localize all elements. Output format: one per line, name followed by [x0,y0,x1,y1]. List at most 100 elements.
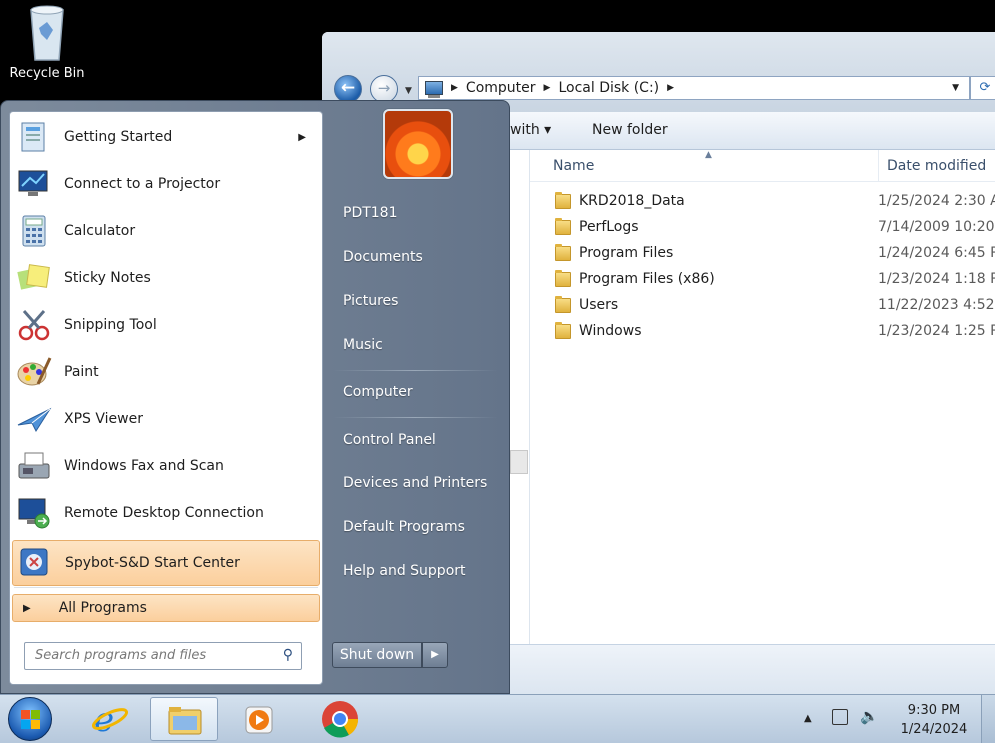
link-help-support[interactable]: Help and Support [343,563,466,579]
network-icon[interactable] [832,709,848,725]
folder-icon [555,322,571,339]
taskbar-media-player[interactable] [226,697,294,741]
projector-icon [16,166,52,202]
link-devices-printers[interactable]: Devices and Printers [343,475,487,491]
start-menu: Getting Started ▶ Connect to a Projector… [0,100,510,694]
open-with-button[interactable]: with ▾ [510,122,551,138]
program-spybot[interactable]: Spybot-S&D Start Center [12,540,320,586]
file-row[interactable]: Users 11/22/2023 4:52 PM [530,296,995,322]
file-date: 7/14/2009 10:20 AM [878,219,995,235]
column-headers: ▲ Name Date modified [530,150,995,182]
link-documents[interactable]: Documents [343,249,423,265]
folder-icon [555,218,571,235]
start-menu-programs-pane: Getting Started ▶ Connect to a Projector… [9,111,323,685]
program-label: XPS Viewer [64,411,143,427]
program-label: Calculator [64,223,136,239]
program-label: Getting Started [64,129,173,145]
search-icon[interactable]: ⚲ [283,647,293,663]
programs-divider [14,587,318,588]
program-sticky-notes[interactable]: Sticky Notes [12,255,320,301]
taskbar-internet-explorer[interactable]: e [76,697,144,741]
file-list: KRD2018_Data 1/25/2024 2:30 AM PerfLogs … [530,192,995,348]
file-row[interactable]: Program Files (x86) 1/23/2024 1:18 PM [530,270,995,296]
breadcrumb-separator-icon[interactable]: ▶ [544,83,551,93]
clock-time: 9:30 PM [907,703,961,718]
computer-icon [425,81,443,98]
media-player-icon [245,706,273,734]
breadcrumb-computer[interactable]: Computer [466,80,536,96]
address-bar[interactable]: ▶ Computer ▶ Local Disk (C:) ▶ ▼ [418,76,970,100]
file-date: 1/24/2024 6:45 PM [878,245,995,261]
start-button[interactable] [8,697,52,741]
program-label: Windows Fax and Scan [64,458,224,474]
chrome-icon [322,701,359,738]
program-label: Spybot-S&D Start Center [65,555,240,571]
shutdown-button[interactable]: Shut down [332,642,422,668]
new-folder-button[interactable]: New folder [592,122,668,138]
calculator-icon [16,213,52,249]
forward-button[interactable]: → [370,75,398,103]
file-name: Windows [579,323,642,339]
link-pictures[interactable]: Pictures [343,293,398,309]
file-row[interactable]: KRD2018_Data 1/25/2024 2:30 AM [530,192,995,218]
link-default-programs[interactable]: Default Programs [343,519,465,535]
column-header-name[interactable]: Name [553,158,594,174]
program-label: Remote Desktop Connection [64,505,264,521]
clock-date: 1/24/2024 [900,722,968,737]
link-user-folder[interactable]: PDT181 [343,205,398,221]
sticky-notes-icon [16,260,52,296]
program-label: Snipping Tool [64,317,157,333]
program-label: Connect to a Projector [64,176,221,192]
refresh-button[interactable]: ⟳ [970,76,995,100]
file-row[interactable]: PerfLogs 7/14/2009 10:20 AM [530,218,995,244]
windows-logo-icon [21,710,41,730]
file-date: 1/23/2024 1:25 PM [878,323,995,339]
system-clock[interactable]: 9:30 PM 1/24/2024 [896,701,972,739]
taskbar-chrome[interactable] [306,697,374,741]
places-divider [333,370,497,371]
file-row[interactable]: Windows 1/23/2024 1:25 PM [530,322,995,348]
breadcrumb-local-disk[interactable]: Local Disk (C:) [558,80,659,96]
program-getting-started[interactable]: Getting Started ▶ [12,114,320,160]
address-dropdown-icon[interactable]: ▼ [952,83,959,93]
all-programs-label: All Programs [58,600,147,616]
taskbar: e ▲ 🔈 9:30 PM 1/24/2024 [0,694,995,743]
remote-desktop-icon [16,495,52,531]
program-calculator[interactable]: Calculator [12,208,320,254]
show-desktop-button[interactable] [981,695,995,743]
xps-viewer-icon [16,401,52,437]
scissors-icon [16,307,52,343]
program-fax-scan[interactable]: Windows Fax and Scan [12,443,320,489]
back-button[interactable]: ← [334,75,362,103]
internet-explorer-icon: e [91,700,129,740]
program-paint[interactable]: Paint [12,349,320,395]
nav-pane-scrollbar[interactable] [510,450,528,474]
folder-icon [555,244,571,261]
column-header-date-modified[interactable]: Date modified [878,150,986,182]
shutdown-options-arrow-icon[interactable]: ▶ [422,642,448,668]
user-avatar[interactable] [383,109,453,179]
search-programs-input[interactable]: Search programs and files ⚲ [24,642,302,670]
link-computer[interactable]: Computer [343,384,413,400]
program-connect-projector[interactable]: Connect to a Projector [12,161,320,207]
breadcrumb-separator-icon[interactable]: ▶ [667,83,674,93]
spybot-icon [17,545,53,581]
file-date: 1/25/2024 2:30 AM [878,193,995,209]
taskbar-windows-explorer[interactable] [150,697,218,741]
breadcrumb-separator-icon[interactable]: ▶ [451,83,458,93]
file-date: 1/23/2024 1:18 PM [878,271,995,287]
volume-icon[interactable]: 🔈 [860,707,879,725]
link-control-panel[interactable]: Control Panel [343,432,436,448]
paint-palette-icon [16,354,52,390]
program-snipping-tool[interactable]: Snipping Tool [12,302,320,348]
file-row[interactable]: Program Files 1/24/2024 6:45 PM [530,244,995,270]
program-remote-desktop[interactable]: Remote Desktop Connection [12,490,320,536]
link-music[interactable]: Music [343,337,383,353]
show-hidden-icons-button[interactable]: ▲ [804,713,812,724]
program-xps-viewer[interactable]: XPS Viewer [12,396,320,442]
recent-pages-dropdown[interactable]: ▼ [405,86,412,96]
search-placeholder: Search programs and files [35,648,207,663]
recycle-bin-shortcut[interactable]: Recycle Bin [4,4,90,81]
all-programs-button[interactable]: ▶ All Programs [12,594,320,622]
folder-icon [555,192,571,209]
